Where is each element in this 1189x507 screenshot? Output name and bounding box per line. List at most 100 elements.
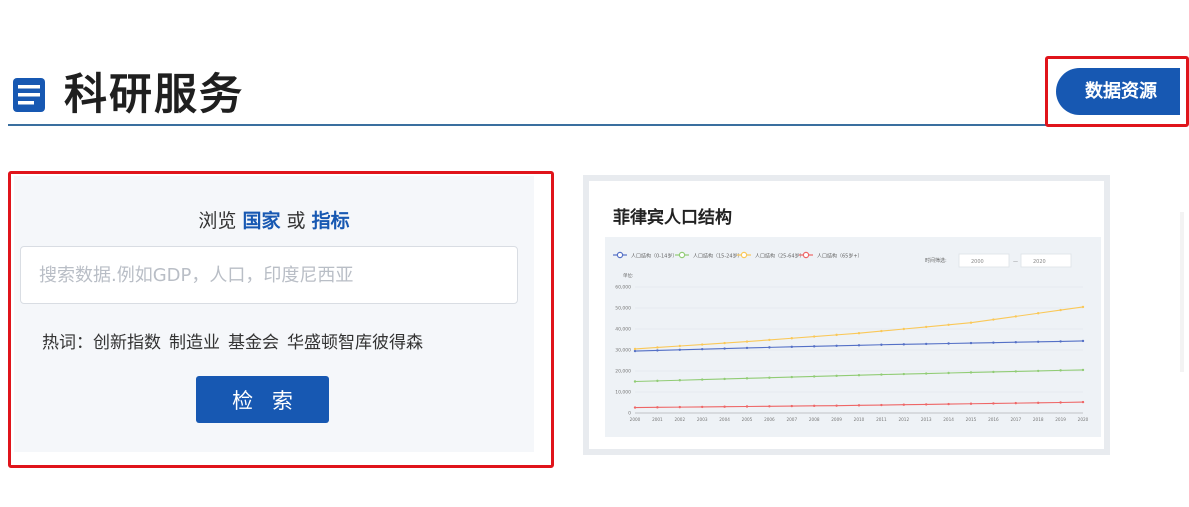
- chart-card[interactable]: 菲律宾人口结构 人口结构（0-14岁） 人口结构（15-24岁） 人口结构（25-6…: [583, 175, 1110, 455]
- time-filter-from-box: [958, 253, 1010, 268]
- legend-marker: [740, 251, 748, 259]
- y-tick-label: 50,000: [615, 306, 631, 312]
- y-tick-label: 30,000: [615, 348, 631, 354]
- data-point: [701, 405, 704, 409]
- data-point: [835, 404, 838, 407]
- data-point: [835, 374, 838, 378]
- chart-title: 菲律宾人口结构: [613, 208, 732, 228]
- data-point: [701, 343, 704, 346]
- data-point: [678, 348, 681, 351]
- legend-label: 人口结构（0-14岁）: [631, 253, 677, 260]
- data-point: [1081, 400, 1085, 404]
- x-tick-label: 2009: [831, 417, 842, 422]
- data-point: [678, 405, 681, 409]
- x-tick-label: 2006: [764, 417, 775, 422]
- data-point: [1037, 401, 1040, 405]
- data-point: [745, 405, 749, 408]
- data-point: [969, 341, 973, 345]
- browse-indicator-link[interactable]: 指标: [312, 210, 350, 232]
- data-point: [790, 375, 793, 379]
- header: 科研服务 数据资源: [0, 0, 1189, 130]
- data-point: [745, 377, 749, 380]
- y-tick-label: 10,000: [615, 390, 631, 396]
- data-point: [745, 346, 749, 350]
- data-point: [1037, 340, 1040, 344]
- x-tick-label: 2001: [652, 417, 663, 422]
- x-tick-label: 2011: [876, 417, 887, 422]
- legend-label: 人口结构（65岁+）: [817, 253, 863, 260]
- data-point: [790, 345, 793, 349]
- data-point: [835, 333, 838, 337]
- data-point: [633, 349, 637, 353]
- data-point: [969, 402, 973, 405]
- data-point: [880, 403, 883, 407]
- data-point: [813, 404, 816, 408]
- data-point: [902, 372, 905, 376]
- hot-words: 热词：创新指数 制造业 基金会 华盛顿智库彼得森: [42, 328, 431, 353]
- data-point: [880, 373, 883, 376]
- data-point: [790, 404, 793, 408]
- data-point: [656, 349, 659, 352]
- data-point: [1081, 368, 1085, 372]
- data-point: [857, 374, 861, 377]
- browse-or: 或: [286, 210, 306, 232]
- time-filter-to-box: [1020, 253, 1072, 268]
- data-point: [1081, 339, 1085, 343]
- data-point: [902, 403, 905, 406]
- data-point: [992, 370, 995, 374]
- data-point: [1037, 369, 1040, 373]
- legend-marker: [678, 251, 686, 259]
- data-point: [633, 406, 637, 409]
- x-tick-label: 2017: [1010, 417, 1021, 422]
- data-point: [969, 321, 973, 324]
- x-tick-label: 2016: [988, 417, 999, 422]
- x-tick-label: 2015: [966, 417, 977, 422]
- data-point: [723, 341, 726, 345]
- data-point: [992, 402, 995, 405]
- title-divider: [8, 124, 1184, 126]
- y-axis-label: 单位:: [623, 272, 634, 279]
- data-point: [790, 337, 793, 340]
- data-point: [701, 347, 704, 351]
- search-input[interactable]: [20, 246, 518, 304]
- time-filter-label: 时间筛选:: [925, 257, 947, 264]
- browse-prompt: 浏览 国家 或 指标: [14, 206, 534, 233]
- data-point: [723, 405, 726, 408]
- data-point: [1059, 308, 1062, 312]
- data-point: [1014, 401, 1017, 405]
- search-button[interactable]: 检 索: [196, 376, 329, 423]
- data-point: [723, 377, 726, 381]
- data-point: [1014, 315, 1017, 318]
- hot-words-label: 热词：: [42, 333, 93, 353]
- hot-word-item[interactable]: 基金会: [228, 333, 279, 353]
- y-tick-label: 40,000: [615, 327, 631, 333]
- data-point: [813, 375, 816, 378]
- data-point: [902, 343, 905, 346]
- hot-word-item[interactable]: 制造业: [169, 333, 220, 353]
- x-tick-label: 2012: [898, 417, 909, 422]
- data-point: [768, 376, 771, 379]
- data-point: [992, 318, 995, 321]
- data-point: [902, 327, 905, 331]
- hot-word-item[interactable]: 华盛顿智库彼得森: [287, 333, 423, 353]
- search-panel: 浏览 国家 或 指标 热词：创新指数制造业基金会华盛顿智库彼得森 检 索: [14, 176, 534, 452]
- data-resources-button[interactable]: 数据资源: [1056, 68, 1180, 115]
- x-tick-label: 2007: [786, 417, 797, 422]
- data-point: [925, 403, 928, 406]
- browse-country-link[interactable]: 国家: [242, 210, 280, 232]
- next-card-edge: [1180, 212, 1184, 372]
- x-tick-label: 2020: [1078, 417, 1089, 422]
- x-tick-label: 2002: [674, 417, 685, 422]
- data-point: [880, 343, 883, 346]
- data-point: [701, 378, 704, 381]
- browse-prefix: 浏览: [198, 210, 237, 232]
- data-point: [813, 335, 816, 338]
- y-tick-label: 60,000: [615, 285, 631, 291]
- population-chart: 人口结构（0-14岁） 人口结构（15-24岁） 人口结构（25-64岁） 人口结构（…: [605, 237, 1101, 437]
- x-tick-label: 2019: [1055, 417, 1066, 422]
- hot-word-item[interactable]: 创新指数: [93, 333, 161, 353]
- x-tick-label: 2014: [943, 417, 954, 422]
- data-point: [633, 380, 637, 383]
- data-point: [969, 371, 973, 374]
- x-tick-label: 2018: [1033, 417, 1044, 422]
